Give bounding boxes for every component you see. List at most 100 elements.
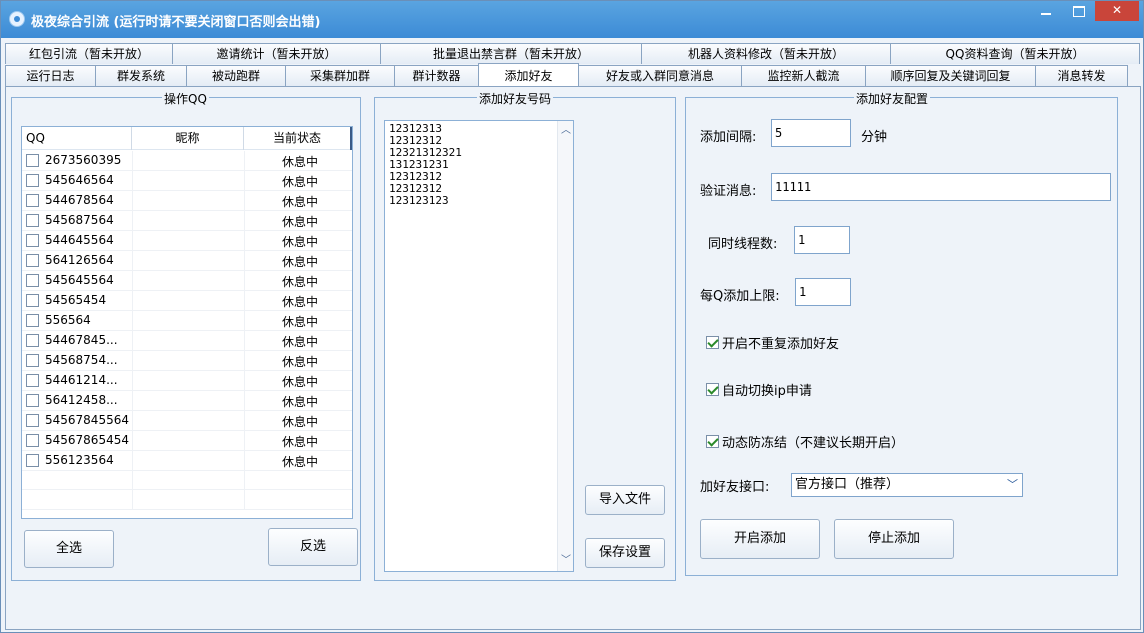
- row-checkbox[interactable]: [26, 213, 39, 227]
- close-button[interactable]: ✕: [1095, 1, 1139, 21]
- switch-ip-checkbox[interactable]: [706, 383, 719, 396]
- qq-row[interactable]: 544678564 休息中: [22, 191, 352, 211]
- row-checkbox[interactable]: [26, 253, 39, 267]
- tab-keyword-reply[interactable]: 顺序回复及关键词回复: [865, 65, 1036, 86]
- number-lines: 12312313 12312312 12321312321 131231231 1231…: [389, 123, 569, 207]
- row-checkbox[interactable]: [26, 293, 39, 307]
- row-checkbox[interactable]: [26, 413, 39, 427]
- column-nickname[interactable]: 昵称: [132, 127, 244, 150]
- save-settings-button[interactable]: 保存设置: [585, 538, 665, 568]
- maximize-button[interactable]: [1064, 1, 1092, 21]
- anti-freeze-option[interactable]: 动态防冻结（不建议长期开启）: [706, 432, 904, 451]
- qq-cell: 556564: [26, 313, 146, 327]
- invert-select-button[interactable]: 反选: [268, 528, 358, 566]
- status-cell: 休息中: [281, 175, 318, 189]
- tab-group-send[interactable]: 群发系统: [95, 65, 187, 86]
- qq-row[interactable]: 2673560395 休息中: [22, 151, 352, 171]
- qq-row[interactable]: 54461214... 休息中: [22, 371, 352, 391]
- status-cell: 休息中: [281, 195, 318, 209]
- tab-message-forward[interactable]: 消息转发: [1035, 65, 1128, 86]
- numbers-scrollbar[interactable]: ︿ ﹀: [557, 121, 573, 571]
- tab-strip-bottom: 运行日志 群发系统 被动跑群 采集群加群 群计数器 添加好友 好友或入群同意消息…: [5, 63, 1128, 86]
- qq-cell: 54565454: [26, 293, 146, 307]
- row-checkbox[interactable]: [26, 313, 39, 327]
- row-checkbox[interactable]: [26, 153, 39, 167]
- qq-row[interactable]: 564126564 休息中: [22, 251, 352, 271]
- no-repeat-option[interactable]: 开启不重复添加好友: [706, 333, 839, 352]
- group-title: 操作QQ: [162, 90, 209, 107]
- tab-group-counter[interactable]: 群计数器: [394, 65, 479, 86]
- qq-row[interactable]: 54567865454 休息中: [22, 431, 352, 451]
- column-status[interactable]: 当前状态: [244, 127, 352, 150]
- tab-run-log[interactable]: 运行日志: [5, 65, 96, 86]
- main-window: 极夜综合引流 (运行时请不要关闭窗口否则会出错) ✕ 红包引流（暂未开放） 邀请…: [0, 0, 1144, 633]
- scroll-down-icon[interactable]: ﹀: [560, 555, 572, 567]
- qq-number: 556564: [45, 313, 91, 327]
- status-cell: 休息中: [281, 315, 318, 329]
- status-cell: 休息中: [281, 215, 318, 229]
- tab-collect-groups[interactable]: 采集群加群: [285, 65, 395, 86]
- qq-number: 2673560395: [45, 153, 122, 167]
- row-checkbox[interactable]: [26, 373, 39, 387]
- tab-qq-lookup[interactable]: QQ资料查询（暂未开放）: [890, 43, 1140, 64]
- status-cell: 休息中: [281, 435, 318, 449]
- no-repeat-label: 开启不重复添加好友: [722, 337, 840, 352]
- tab-passive-groups[interactable]: 被动跑群: [186, 65, 286, 86]
- tab-red-packet[interactable]: 红包引流（暂未开放）: [5, 43, 173, 64]
- qq-cell: 54461214...: [26, 373, 146, 387]
- qq-list[interactable]: QQ 昵称 当前状态 2673560395 休息中 545646564 休息中 5446…: [21, 126, 353, 519]
- select-all-button[interactable]: 全选: [24, 530, 114, 568]
- qq-cell: 544645564: [26, 233, 146, 247]
- qq-row[interactable]: 544645564 休息中: [22, 231, 352, 251]
- qq-row[interactable]: 54568754... 休息中: [22, 351, 352, 371]
- verify-input[interactable]: 11111: [771, 173, 1111, 201]
- interval-input[interactable]: 5: [771, 119, 851, 147]
- import-file-button[interactable]: 导入文件: [585, 485, 665, 515]
- row-checkbox[interactable]: [26, 353, 39, 367]
- row-checkbox[interactable]: [26, 193, 39, 207]
- limit-input[interactable]: 1: [795, 278, 851, 306]
- tab-invite-stats[interactable]: 邀请统计（暂未开放）: [172, 43, 381, 64]
- start-add-button[interactable]: 开启添加: [700, 519, 820, 559]
- anti-freeze-checkbox[interactable]: [706, 435, 719, 448]
- api-select[interactable]: 官方接口（推荐） ﹀: [791, 473, 1023, 497]
- qq-number: 544678564: [45, 193, 114, 207]
- row-checkbox[interactable]: [26, 453, 39, 467]
- qq-number: 544645564: [45, 233, 114, 247]
- chevron-down-icon[interactable]: ﹀: [1007, 474, 1018, 496]
- row-checkbox[interactable]: [26, 333, 39, 347]
- threads-input[interactable]: 1: [794, 226, 850, 254]
- qq-cell: 545646564: [26, 173, 146, 187]
- qq-row[interactable]: 556564 休息中: [22, 311, 352, 331]
- switch-ip-option[interactable]: 自动切换ip申请: [706, 380, 812, 399]
- qq-row[interactable]: 54565454 休息中: [22, 291, 352, 311]
- row-checkbox[interactable]: [26, 433, 39, 447]
- row-checkbox[interactable]: [26, 273, 39, 287]
- qq-row[interactable]: 54567845564 休息中: [22, 411, 352, 431]
- qq-cell: 54567865454: [26, 433, 146, 447]
- minimize-button[interactable]: [1032, 1, 1060, 21]
- numbers-textarea[interactable]: 12312313 12312312 12321312321 131231231 1231…: [384, 120, 574, 572]
- column-qq[interactable]: QQ: [22, 127, 132, 150]
- stop-add-button[interactable]: 停止添加: [834, 519, 954, 559]
- row-checkbox[interactable]: [26, 173, 39, 187]
- row-checkbox[interactable]: [26, 233, 39, 247]
- qq-row[interactable]: 545687564 休息中: [22, 211, 352, 231]
- qq-row[interactable]: 545645564 休息中: [22, 271, 352, 291]
- scroll-up-icon[interactable]: ︿: [560, 125, 572, 137]
- qq-row[interactable]: 545646564 休息中: [22, 171, 352, 191]
- tab-accept-message[interactable]: 好友或入群同意消息: [578, 65, 742, 86]
- tab-robot-profile[interactable]: 机器人资料修改（暂未开放）: [641, 43, 891, 64]
- qq-cell: 54467845...: [26, 333, 146, 347]
- group-title: 添加好友配置: [854, 90, 931, 107]
- tab-add-friends[interactable]: 添加好友: [478, 63, 579, 86]
- qq-row[interactable]: 56412458... 休息中: [22, 391, 352, 411]
- tab-batch-quit[interactable]: 批量退出禁言群（暂未开放）: [380, 43, 642, 64]
- qq-row[interactable]: 556123564 休息中: [22, 451, 352, 471]
- no-repeat-checkbox[interactable]: [706, 336, 719, 349]
- qq-number: 54467845...: [45, 333, 118, 347]
- tab-monitor-newcomers[interactable]: 监控新人截流: [741, 65, 866, 86]
- qq-cell: 544678564: [26, 193, 146, 207]
- row-checkbox[interactable]: [26, 393, 39, 407]
- qq-row[interactable]: 54467845... 休息中: [22, 331, 352, 351]
